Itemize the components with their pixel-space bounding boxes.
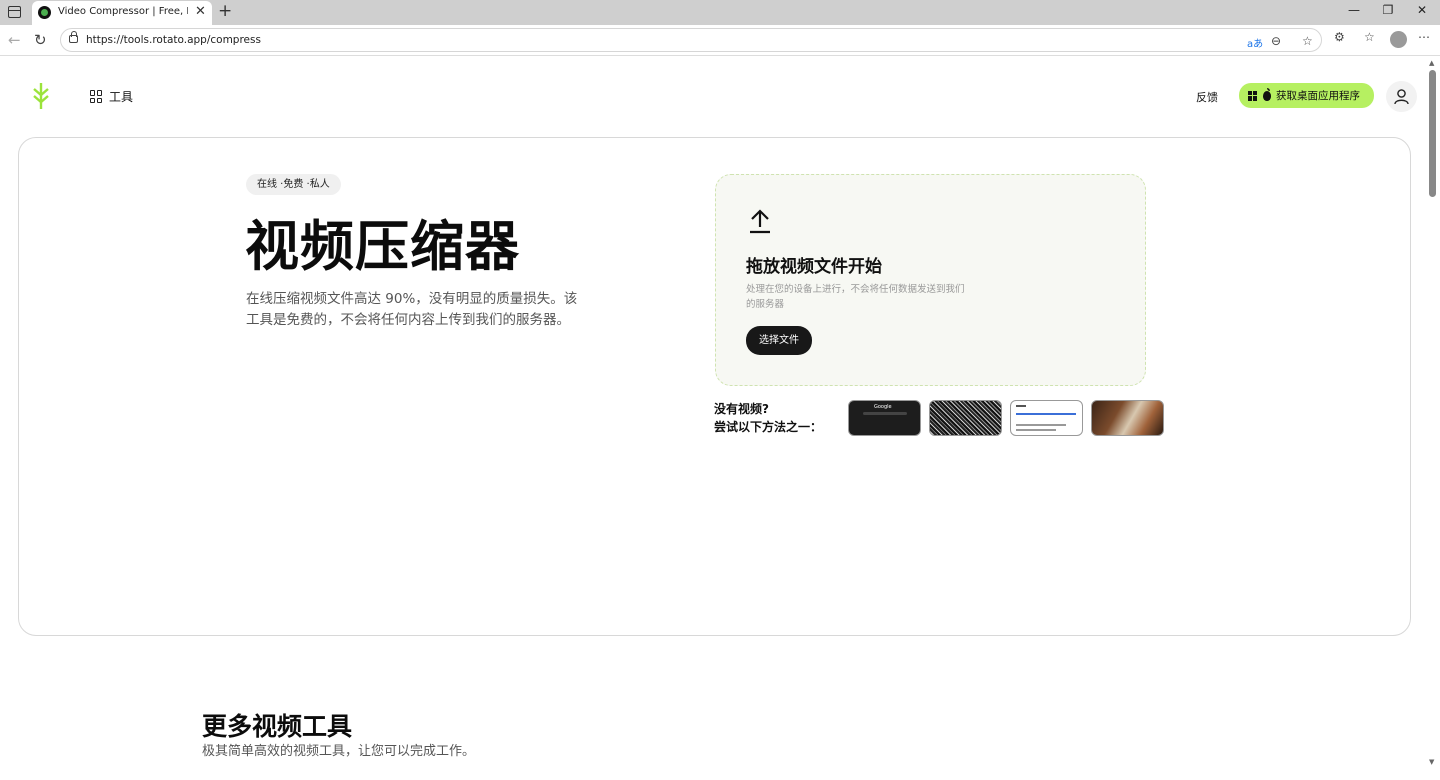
desktop-app-label: 获取桌面应用程序 bbox=[1276, 90, 1360, 102]
sample-prompt-line1: 没有视频? bbox=[714, 402, 769, 416]
more-tools-subtitle: 极其简单高效的视频工具，让您可以完成工作。 bbox=[202, 744, 476, 759]
close-window-icon[interactable]: ✕ bbox=[1412, 3, 1432, 17]
grid-icon bbox=[90, 90, 103, 103]
back-icon[interactable]: ← bbox=[8, 31, 21, 49]
sample-video-4[interactable] bbox=[1091, 400, 1164, 436]
tools-menu-button[interactable]: 工具 bbox=[90, 88, 133, 105]
minimize-icon[interactable]: — bbox=[1344, 3, 1364, 17]
page-title: 视频压缩器 bbox=[245, 215, 520, 278]
translate-icon[interactable]: aあ bbox=[1247, 35, 1263, 50]
drop-zone-subtitle: 处理在您的设备上进行，不会将任何数据发送到我们的服务器 bbox=[746, 284, 965, 310]
favorites-icon[interactable]: ☆ bbox=[1364, 30, 1375, 44]
feedback-link[interactable]: 反馈 bbox=[1196, 89, 1218, 105]
reader-icon[interactable]: ⊖ bbox=[1271, 34, 1281, 48]
page-scrollbar[interactable]: ▲ ▼ bbox=[1426, 56, 1440, 780]
apple-icon bbox=[1263, 87, 1271, 101]
reload-icon[interactable]: ↻ bbox=[34, 31, 47, 49]
get-desktop-app-button[interactable]: 获取桌面应用程序 bbox=[1239, 83, 1374, 108]
scroll-thumb[interactable] bbox=[1429, 70, 1436, 197]
browser-tab-bar: Video Compressor | Free, Private, ✕ + — … bbox=[0, 0, 1440, 25]
url-text[interactable]: https://tools.rotato.app/compress bbox=[86, 34, 261, 46]
scroll-down-icon[interactable]: ▼ bbox=[1429, 758, 1434, 766]
tab-title: Video Compressor | Free, Private, bbox=[58, 6, 188, 17]
favorite-star-icon[interactable]: ☆ bbox=[1302, 34, 1313, 48]
choose-file-button[interactable]: 选择文件 bbox=[746, 326, 812, 355]
drop-zone-title: 拖放视频文件开始 bbox=[746, 257, 882, 277]
new-tab-icon[interactable]: + bbox=[218, 1, 232, 21]
account-button[interactable] bbox=[1386, 81, 1417, 112]
close-tab-icon[interactable]: ✕ bbox=[195, 4, 206, 19]
browser-toolbar: ← ↻ https://tools.rotato.app/compress aあ… bbox=[0, 25, 1440, 56]
profile-avatar[interactable] bbox=[1390, 31, 1407, 48]
upload-icon bbox=[750, 209, 770, 234]
user-icon bbox=[1394, 89, 1409, 105]
site-favicon-icon bbox=[38, 6, 51, 19]
sample-video-1[interactable]: Google bbox=[848, 400, 921, 436]
hero-badge: 在线 ·免费 ·私人 bbox=[246, 174, 341, 195]
scroll-up-icon[interactable]: ▲ bbox=[1429, 59, 1434, 67]
sample-video-1-label: Google bbox=[874, 404, 892, 410]
restore-icon[interactable]: ❐ bbox=[1378, 3, 1398, 17]
extensions-icon[interactable]: ⚙ bbox=[1334, 30, 1345, 44]
more-tools-title: 更多视频工具 bbox=[202, 712, 353, 741]
sample-prompt: 没有视频? 尝试以下方法之一： bbox=[714, 400, 822, 436]
browser-tab[interactable]: Video Compressor | Free, Private, ✕ bbox=[32, 1, 212, 25]
sample-prompt-line2: 尝试以下方法之一： bbox=[714, 420, 823, 434]
windows-icon bbox=[1248, 90, 1258, 101]
tools-label: 工具 bbox=[109, 90, 134, 104]
sample-video-2[interactable] bbox=[929, 400, 1002, 436]
tab-actions-icon[interactable] bbox=[8, 6, 21, 18]
more-menu-icon[interactable]: ⋯ bbox=[1418, 30, 1430, 44]
sample-video-3[interactable] bbox=[1010, 400, 1083, 436]
hero-description: 在线压缩视频文件高达 90%，没有明显的质量损失。该工具是免费的，不会将任何内容… bbox=[246, 291, 578, 328]
lock-icon[interactable] bbox=[69, 31, 78, 43]
rotato-logo-icon[interactable] bbox=[31, 81, 51, 111]
web-page: 工具 反馈 获取桌面应用程序 在线 ·免费 ·私人 视频压缩器 在线压缩视频文件… bbox=[0, 56, 1440, 780]
address-bar[interactable]: https://tools.rotato.app/compress aあ ⊖ ☆ bbox=[60, 28, 1322, 52]
file-drop-zone[interactable]: 拖放视频文件开始 处理在您的设备上进行，不会将任何数据发送到我们的服务器 选择文… bbox=[715, 174, 1146, 386]
